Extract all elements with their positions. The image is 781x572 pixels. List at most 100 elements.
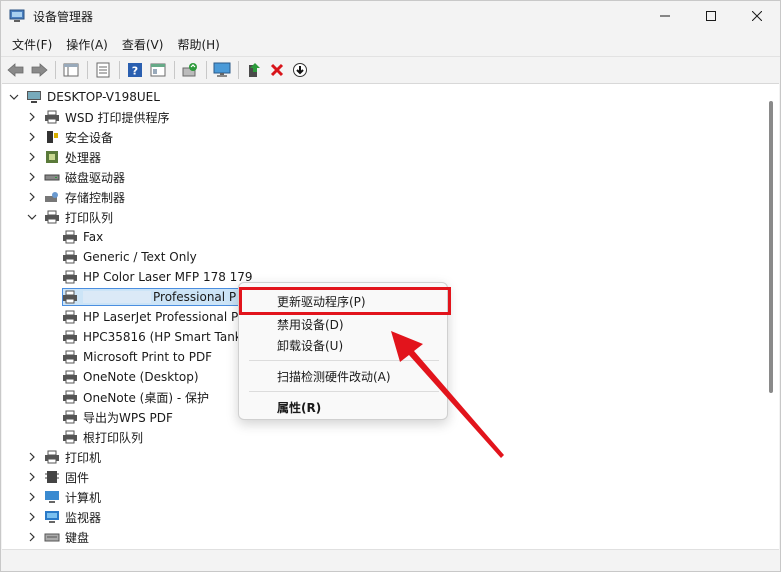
menu-help[interactable]: 帮助(H)	[170, 33, 226, 55]
chevron-right-icon[interactable]	[26, 151, 38, 163]
tree-child-item[interactable]: Generic / Text Only	[62, 247, 197, 267]
toolbar-separator	[119, 60, 120, 79]
tree-item-label: 计算机	[65, 490, 102, 505]
menu-view[interactable]: 查看(V)	[115, 33, 171, 55]
tree-item-label: 键盘	[65, 530, 90, 545]
tree-category-firmware[interactable]: 固件	[26, 467, 89, 487]
tree-category-storage[interactable]: 存储控制器	[26, 187, 125, 207]
tree-item-label: OneNote (桌面) - 保护	[83, 390, 209, 405]
monitor-button[interactable]	[211, 59, 233, 81]
minimize-icon	[660, 15, 670, 17]
tree-item-label: Generic / Text Only	[83, 250, 197, 264]
context-menu-separator	[249, 360, 439, 361]
tree-item-label: 打印队列	[65, 210, 114, 225]
tree-child-item[interactable]: HPC35816 (HP Smart Tank	[62, 327, 242, 347]
tree-category-print-queue[interactable]: 打印队列	[26, 207, 113, 227]
tree-item-label: HPC35816 (HP Smart Tank	[83, 330, 242, 344]
chevron-right-icon[interactable]	[26, 451, 38, 463]
context-item-scan-hardware[interactable]: 扫描检测硬件改动(A)	[277, 368, 391, 385]
window-title: 设备管理器	[33, 10, 94, 24]
properties-icon	[96, 62, 110, 77]
security-device-icon	[44, 130, 60, 144]
computer-icon	[44, 490, 60, 504]
tree-category-monitor[interactable]: 监视器	[26, 507, 101, 527]
uninstall-x-icon	[270, 63, 284, 76]
scan-hardware-button[interactable]	[179, 59, 201, 81]
tree-item-label: Microsoft Print to PDF	[83, 350, 213, 364]
maximize-button[interactable]	[688, 1, 734, 31]
printer-icon	[62, 390, 78, 404]
context-item-disable-device[interactable]: 禁用设备(D)	[277, 316, 344, 333]
chevron-right-icon[interactable]	[26, 511, 38, 523]
status-bar	[2, 549, 779, 569]
tree-child-item[interactable]: 根打印队列	[62, 427, 143, 447]
tree-item-label: 根打印队列	[83, 430, 144, 445]
tree-child-item[interactable]: Fax	[62, 227, 103, 247]
chevron-right-icon[interactable]	[26, 111, 38, 123]
properties-button[interactable]	[92, 59, 114, 81]
maximize-icon	[706, 11, 716, 21]
toolbar: ?	[1, 56, 780, 82]
redacted-text	[83, 291, 151, 303]
chevron-right-icon[interactable]	[26, 131, 38, 143]
chevron-down-icon[interactable]	[8, 91, 20, 103]
forward-arrow-icon	[31, 62, 48, 77]
minimize-button[interactable]	[642, 1, 688, 31]
tree-category-computer[interactable]: 计算机	[26, 487, 101, 507]
tree-category-disk[interactable]: 磁盘驱动器	[26, 167, 125, 187]
tree-category-wsd[interactable]: WSD 打印提供程序	[26, 107, 170, 127]
help-button[interactable]: ?	[124, 59, 146, 81]
printer-icon	[44, 450, 60, 464]
tree-root-label: DESKTOP-V198UEL	[47, 90, 160, 104]
svg-text:?: ?	[132, 64, 138, 77]
disable-down-arrow-icon	[293, 62, 307, 77]
menu-action[interactable]: 操作(A)	[59, 33, 115, 55]
monitor-icon	[44, 510, 60, 524]
chevron-right-icon[interactable]	[26, 471, 38, 483]
console-tree-button[interactable]	[60, 59, 82, 81]
chevron-right-icon[interactable]	[26, 531, 38, 543]
tree-child-item[interactable]: OneNote (Desktop)	[62, 367, 199, 387]
tree-item-label: 固件	[65, 470, 90, 485]
tree-child-item[interactable]: OneNote (桌面) - 保护	[62, 387, 209, 407]
update-driver-button[interactable]	[243, 59, 265, 81]
back-button[interactable]	[5, 59, 27, 81]
menu-file[interactable]: 文件(F)	[5, 33, 59, 55]
tree-item-label: Professional P	[153, 290, 237, 304]
printer-icon	[62, 410, 78, 424]
processor-icon	[44, 150, 60, 164]
tree-category-security[interactable]: 安全设备	[26, 127, 113, 147]
monitor-icon	[213, 62, 231, 77]
tree-root[interactable]: DESKTOP-V198UEL	[8, 87, 160, 107]
tree-category-printers[interactable]: 打印机	[26, 447, 101, 467]
tree-child-item[interactable]: HP LaserJet Professional P	[62, 307, 238, 327]
tree-child-item-selected[interactable]: Professional P	[62, 287, 236, 307]
toolbar-separator	[55, 60, 56, 79]
tree-category-processor[interactable]: 处理器	[26, 147, 101, 167]
forward-button[interactable]	[28, 59, 50, 81]
printer-icon	[62, 350, 78, 364]
chevron-right-icon[interactable]	[26, 171, 38, 183]
back-arrow-icon	[7, 62, 24, 77]
context-item-uninstall-device[interactable]: 卸载设备(U)	[277, 337, 343, 354]
tree-child-item[interactable]: Microsoft Print to PDF	[62, 347, 212, 367]
scrollbar-thumb[interactable]	[769, 101, 773, 393]
chevron-right-icon[interactable]	[26, 191, 38, 203]
chevron-down-icon[interactable]	[26, 211, 38, 223]
tree-item-label: HP LaserJet Professional P	[83, 310, 239, 324]
toolbar-separator	[206, 60, 207, 79]
annotation-highlight-box	[239, 287, 451, 315]
tree-category-keyboard[interactable]: 键盘	[26, 527, 89, 547]
chevron-right-icon[interactable]	[26, 491, 38, 503]
tree-child-item[interactable]: HP Color Laser MFP 178 179	[62, 267, 253, 287]
uninstall-button[interactable]	[266, 59, 288, 81]
context-item-properties[interactable]: 属性(R)	[277, 399, 321, 416]
view-button[interactable]	[147, 59, 169, 81]
printer-icon	[62, 290, 78, 304]
disable-button[interactable]	[289, 59, 311, 81]
tree-child-item[interactable]: 导出为WPS PDF	[62, 407, 173, 427]
tree-item-label: 监视器	[65, 510, 102, 525]
close-button[interactable]	[734, 1, 780, 31]
tree-item-label: HP Color Laser MFP 178 179	[83, 270, 253, 284]
printer-icon	[44, 110, 60, 124]
